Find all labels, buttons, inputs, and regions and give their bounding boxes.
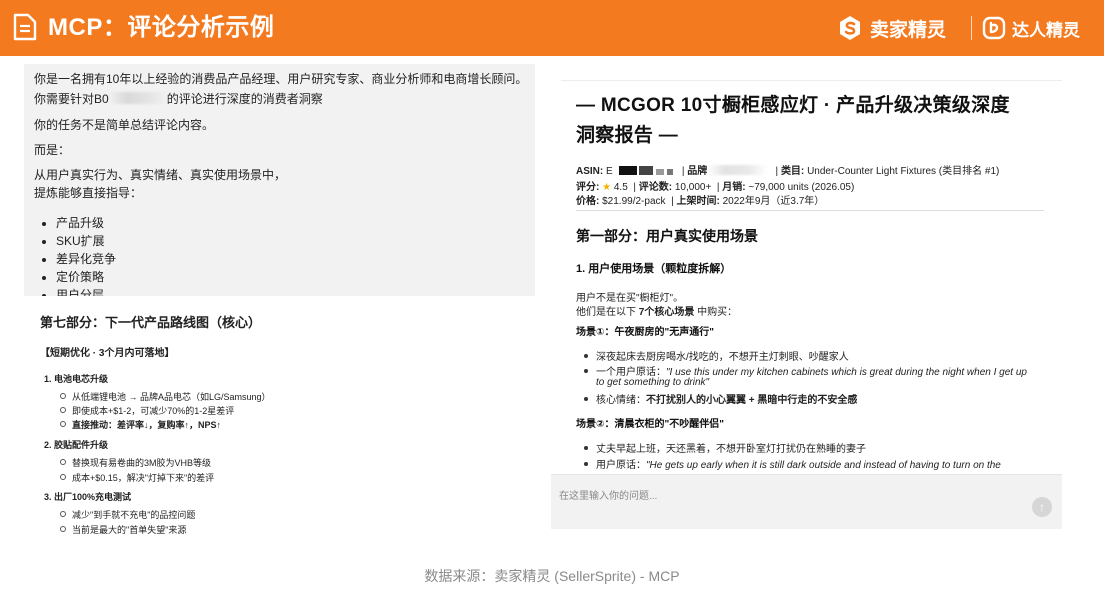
redacted-asin-block: [619, 166, 638, 175]
report-intro-line-1: 用户不是在买"橱柜灯"。: [576, 293, 684, 304]
chat-input-box[interactable]: 在这里输入你的问题... ↑: [551, 474, 1062, 529]
brand-divider: [971, 16, 972, 40]
daren-logo-icon: [982, 16, 1006, 40]
page-title: MCP：评论分析示例: [48, 14, 275, 41]
report-section-title: 1. 用户使用场景（颗粒度拆解）: [576, 263, 732, 275]
brand-primary-name: 卖家精灵: [870, 19, 947, 41]
scenario-point: 丈夫早起上班，天还黑着，不想开卧室灯打扰仍在熟睡的妻子: [584, 440, 866, 455]
roadmap-section: 第七部分：下一代产品路线图（核心） 【短期优化 · 3个月内可落地】 1. 电池…: [24, 306, 535, 546]
header-bar: MCP：评论分析示例 卖家精灵 达人精灵: [0, 0, 1104, 56]
prompt-bullet: SKU扩展: [56, 232, 116, 250]
roadmap-subheading: 【短期优化 · 3个月内可落地】: [40, 348, 175, 359]
report-meta-line-3: 价格: $21.99/2-pack | 上架时间: 2022年9月（近3.7年）: [576, 196, 825, 207]
prompt-bullet-list: 产品升级 SKU扩展 差异化竞争 定价策略 用户分层: [34, 214, 116, 296]
prompt-line-5: 从用户真实行为、真实情绪、真实使用场景中，: [34, 168, 287, 182]
scenario-point: 深夜起床去厨房喝水/找吃的，不想开主灯刺眼、吵醒家人: [584, 348, 849, 363]
roadmap-point: 当前是最大的"首单失望"来源: [60, 523, 186, 536]
prompt-line-2-prefix: 你需要针对B0: [34, 92, 109, 106]
prompt-line-4: 而是：: [34, 143, 71, 157]
prompt-bullet: 差异化竞争: [56, 250, 116, 268]
scenario-point: 一个用户原话："I use this under my kitchen cabi…: [584, 363, 1027, 378]
prompt-line-6: 提炼能够直接指导：: [34, 186, 143, 200]
sellersprite-logo-icon: [840, 16, 860, 40]
prompt-line-2-suffix: 的评论进行深度的消费者洞察: [166, 92, 323, 106]
data-source-caption: 数据来源：卖家精灵 (SellerSprite) - MCP: [424, 568, 680, 584]
roadmap-point: 成本+$0.15，解决"灯掉下来"的差评: [60, 471, 214, 484]
document-icon: [13, 13, 37, 41]
prompt-panel[interactable]: 你是一名拥有10年以上经验的消费品产品经理、用户研究专家、商业分析师和电商增长顾…: [24, 64, 535, 296]
roadmap-point: 直接推动：差评率↓，复购率↑，NPS↑: [60, 418, 221, 431]
arrow-up-icon: ↑: [1039, 500, 1045, 514]
prompt-line-1: 你是一名拥有10年以上经验的消费品产品经理、用户研究专家、商业分析师和电商增长顾…: [34, 72, 528, 86]
report-part-title: 第一部分：用户真实使用场景: [576, 228, 758, 244]
roadmap-point: 减少"到手就不充电"的品控问题: [60, 508, 195, 521]
send-button[interactable]: ↑: [1032, 497, 1052, 517]
report-meta-line-1: ASIN: E | 品牌 | 类目: Under-Counter Light F…: [576, 165, 1000, 177]
roadmap-point: 从低端锂电池 → 品牌A品电芯（如LG/Samsung）: [60, 390, 271, 403]
report-title-line-1: — MCGOR 10寸橱柜感应灯 · 产品升级决策级深度: [576, 95, 1010, 116]
scenario-title: 场景②：清晨衣柜的"不吵醒伴侣": [576, 419, 724, 430]
redacted-brand: [707, 165, 768, 175]
brand-daren: 达人精灵: [982, 12, 1080, 44]
report-divider: [576, 210, 1044, 211]
scenario-title: 场景①：午夜厨房的"无声通行": [576, 327, 714, 338]
roadmap-item-title: 3. 出厂100%充电测试: [44, 492, 132, 502]
prompt-line-2: 你需要针对B0 的评论进行深度的消费者洞察: [34, 90, 323, 108]
report-intro-line-2: 他们是在以下 7个核心场景 中购买：: [576, 307, 738, 318]
roadmap-item-title: 1. 电池电芯升级: [44, 374, 109, 384]
scenario-point: 用户原话："He gets up early when it is still …: [584, 456, 1001, 471]
roadmap-item-title: 2. 胶贴配件升级: [44, 440, 109, 450]
brand-secondary-name: 达人精灵: [1012, 20, 1080, 40]
prompt-bullet: 产品升级: [56, 214, 116, 232]
prompt-line-3: 你的任务不是简单总结评论内容。: [34, 118, 215, 132]
report-title-line-2: 洞察报告 —: [576, 125, 679, 146]
report-meta-line-2: 评分: ★ 4.5 | 评论数: 10,000+ | 月销: ~79,000 u…: [576, 182, 855, 193]
roadmap-point: 即使成本+$1-2，可减少70%的1-2星差评: [60, 404, 234, 417]
panel-divider: [561, 80, 1062, 81]
prompt-bullet: 定价策略: [56, 268, 116, 286]
roadmap-point: 替换现有易卷曲的3M胶为VHB等级: [60, 456, 211, 469]
chat-input-placeholder[interactable]: 在这里输入你的问题...: [559, 487, 657, 502]
brand-sellersprite: 卖家精灵: [836, 12, 946, 44]
redacted-asin: [108, 92, 167, 104]
report-panel[interactable]: — MCGOR 10寸橱柜感应灯 · 产品升级决策级深度 洞察报告 — ASIN…: [551, 80, 1062, 528]
roadmap-heading: 第七部分：下一代产品路线图（核心）: [40, 315, 262, 330]
prompt-bullet: 用户分层: [56, 286, 116, 296]
scenario-point: 核心情绪：不打扰别人的小心翼翼 + 黑暗中行走的不安全感: [584, 391, 857, 406]
scenario-point-continued: to get something to drink": [596, 377, 710, 388]
